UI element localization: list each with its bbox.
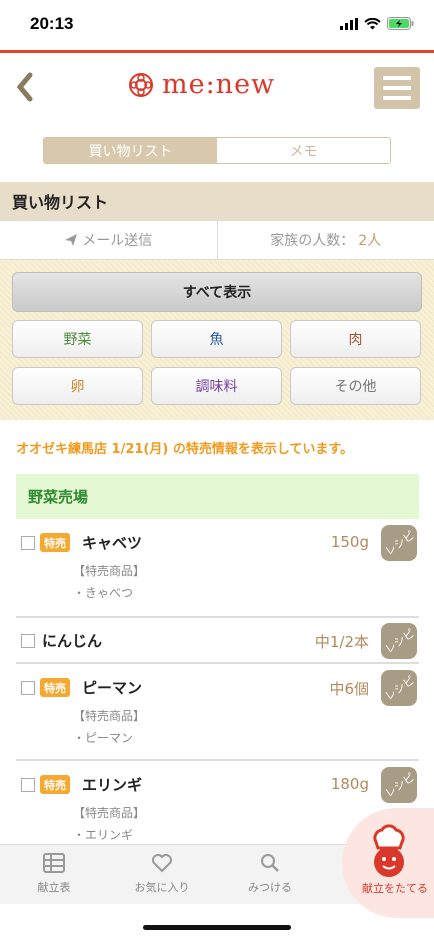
item-checkbox[interactable] [21,778,35,792]
item-quantity: 180g [330,775,369,793]
menu-icon-bar [383,76,411,80]
sale-item-label: 【特売商品】 [73,709,146,723]
plan-menu-label: 献立をたてる [362,882,428,895]
recipe-button[interactable]: レシピ [381,525,417,561]
item-quantity: 中6個 [329,680,369,698]
family-count-value: 2人 [358,233,382,249]
segmented-control: 買い物リスト メモ [43,137,391,164]
recipe-button-label: レシピ [382,770,417,801]
sale-item-name: ・ピーマン [73,731,134,745]
filter-area: すべて表示 野菜 魚 肉 卵 調味料 その他 [0,260,434,420]
send-mail-button[interactable]: メール送信 [0,221,217,259]
filter-other[interactable]: その他 [290,367,421,405]
shopping-list: オオゼキ練馬店 1/21(月) の特売情報を表示しています。 野菜売場 特売 キ… [0,420,434,844]
logo: me:new [128,69,275,100]
list-item: 特売 キャベツ 150g レシピ 【特売商品】 ・きゃべつ [16,525,419,616]
filter-meat[interactable]: 肉 [290,320,421,358]
sale-item-label: 【特売商品】 [73,564,146,578]
action-row: メール送信 家族の人数： 2人 [0,220,434,260]
tab-menu-table[interactable]: 献立表 [0,853,108,895]
sale-item-name: ・エリンギ [73,828,134,842]
recipe-button[interactable]: レシピ [381,670,417,706]
list-icon [43,853,65,873]
back-button[interactable] [10,67,40,107]
wifi-icon [364,17,381,29]
tab-label: 献立表 [37,881,71,894]
item-name: エリンギ [82,776,143,794]
tab-shopping-list[interactable]: 買い物リスト [44,138,217,163]
menu-icon-bar [383,96,411,100]
logo-flower-icon [129,72,153,97]
sale-badge: 特売 [40,678,70,697]
item-checkbox[interactable] [21,634,35,648]
item-quantity: 中1/2本 [314,633,369,651]
list-divider [16,662,419,664]
app-header: me:new [0,53,434,125]
sale-badge: 特売 [40,775,70,794]
item-name: ピーマン [82,679,143,697]
status-icons [340,17,414,30]
filter-seasoning[interactable]: 調味料 [151,367,282,405]
show-all-button[interactable]: すべて表示 [12,272,422,312]
sale-notice: オオゼキ練馬店 1/21(月) の特売情報を表示しています。 [16,442,354,457]
list-divider [16,616,419,618]
hamburger-menu-button[interactable] [374,67,420,109]
filter-vegetables[interactable]: 野菜 [12,320,143,358]
list-item: 特売 ピーマン 中6個 レシピ 【特売商品】 ・ピーマン [16,670,419,761]
family-count-button[interactable]: 家族の人数： 2人 [216,221,434,259]
item-name: にんじん [42,632,103,650]
item-name: キャベツ [82,534,143,552]
filter-egg[interactable]: 卵 [12,367,143,405]
tab-search[interactable]: みつける [216,853,324,895]
search-icon [261,854,279,872]
tab-label: みつける [248,881,292,894]
sale-item-label: 【特売商品】 [73,806,146,820]
list-divider [16,759,419,761]
send-mail-label: メール送信 [82,233,153,249]
chef-icon [373,824,405,877]
tab-memo[interactable]: メモ [217,138,390,163]
signal-icon [340,17,358,30]
sale-item-name: ・きゃべつ [73,586,134,600]
recipe-button-label: レシピ [382,626,417,657]
sale-badge: 特売 [40,533,70,552]
home-indicator [143,925,291,930]
paper-plane-icon [65,234,78,246]
recipe-button-label: レシピ [382,528,417,559]
recipe-button[interactable]: レシピ [381,767,417,803]
family-count-label: 家族の人数： [270,233,355,249]
section-title: 買い物リスト [0,182,434,220]
item-quantity: 150g [330,533,369,551]
tab-favorites[interactable]: お気に入り [108,853,216,895]
logo-text: me:new [162,69,276,100]
tab-label: お気に入り [134,881,190,894]
category-header-vegetables: 野菜売場 [16,474,419,519]
list-item: にんじん 中1/2本 レシピ [16,623,419,662]
filter-fish[interactable]: 魚 [151,320,282,358]
item-checkbox[interactable] [21,681,35,695]
battery-icon [387,17,414,30]
status-bar: 20:13 [0,0,434,50]
menu-icon-bar [383,86,411,90]
chevron-left-icon [16,72,33,102]
status-time: 20:13 [30,14,74,33]
recipe-button[interactable]: レシピ [381,623,417,659]
recipe-button-label: レシピ [382,673,417,704]
heart-icon [152,854,172,873]
item-checkbox[interactable] [21,536,35,550]
